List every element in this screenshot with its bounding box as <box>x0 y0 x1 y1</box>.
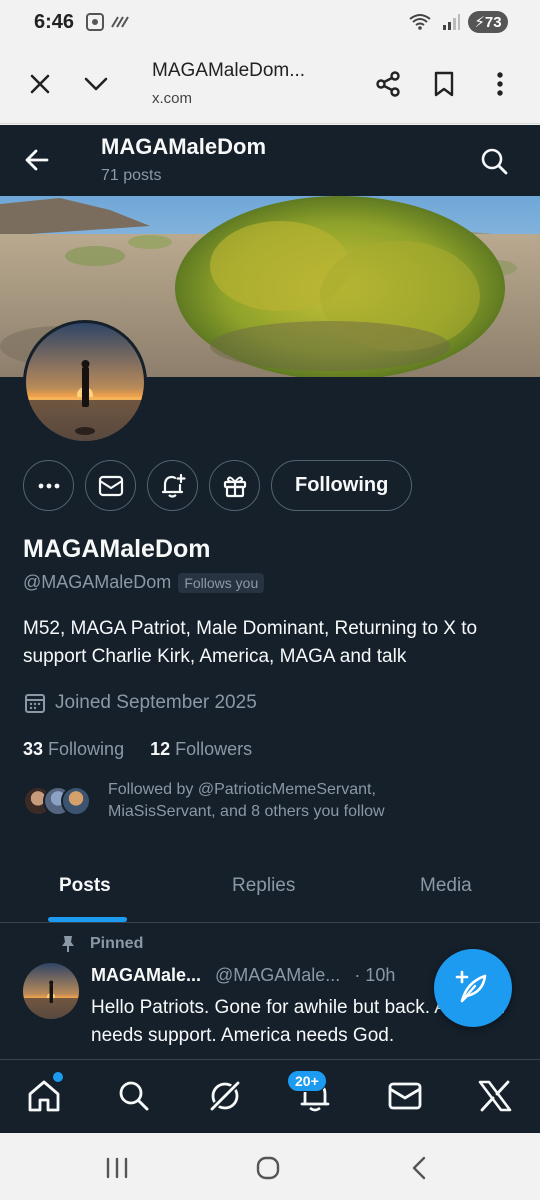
handle-row: @MAGAMaleDom Follows you <box>23 572 265 593</box>
close-icon <box>30 74 50 94</box>
profile-handle: @MAGAMaleDom <box>23 572 172 592</box>
bell-plus-icon <box>161 473 186 498</box>
mail-icon <box>98 475 123 496</box>
grok-icon <box>208 1079 242 1113</box>
x-logo-icon <box>478 1080 512 1112</box>
nav-search[interactable] <box>114 1076 154 1116</box>
post-avatar-image <box>23 963 79 1019</box>
followed-by-text: Followed by @PatrioticMemeServant, MiaSi… <box>108 781 385 820</box>
signal-icon <box>443 14 460 30</box>
header-profile-name: MAGAMaleDom <box>101 134 267 159</box>
arrow-left-icon <box>25 149 49 171</box>
browser-url[interactable]: x.com <box>152 90 192 107</box>
status-time: 6:46 <box>34 11 75 33</box>
followers-label: Followers <box>175 739 253 759</box>
following-label: Following <box>48 739 125 759</box>
search-icon <box>119 1081 149 1111</box>
system-nav-bar <box>0 1133 540 1200</box>
nav-grok[interactable] <box>205 1076 245 1116</box>
battery-level: 73 <box>484 13 502 31</box>
battery-bolt-icon: ⚡ <box>474 14 485 31</box>
browser-toolbar: MAGAMaleDom... x.com <box>0 46 540 124</box>
gift-icon <box>223 476 246 497</box>
post-avatar[interactable] <box>23 963 79 1019</box>
mini-avatar <box>61 786 91 816</box>
following-stat[interactable]: 33 Following <box>23 739 124 760</box>
more-menu-button[interactable] <box>482 66 518 102</box>
search-button[interactable] <box>478 145 510 177</box>
joined-date: Joined September 2025 <box>23 691 257 715</box>
recent-apps-button[interactable] <box>104 1155 130 1181</box>
tab-replies[interactable]: Replies <box>232 875 295 897</box>
notifications-badge: 20+ <box>287 1070 327 1092</box>
bookmark-button[interactable] <box>426 66 462 102</box>
share-button[interactable] <box>370 66 406 102</box>
pinned-indicator: Pinned <box>60 935 143 953</box>
message-button[interactable] <box>85 460 136 511</box>
follow-stats: 33 Following 12 Followers <box>23 739 252 760</box>
profile-bio: M52, MAGA Patriot, Male Dominant, Return… <box>23 618 478 667</box>
profile-avatar[interactable] <box>23 320 147 444</box>
following-button[interactable]: Following <box>271 460 413 511</box>
wifi-icon <box>409 14 431 30</box>
minimize-button[interactable] <box>78 66 114 102</box>
screenshot-icon <box>86 13 129 31</box>
notify-button[interactable] <box>147 460 198 511</box>
avatar-sunset-image <box>26 323 144 441</box>
post-header: MAGAMale... @MAGAMale... · 10h <box>91 965 395 986</box>
post-author-name[interactable]: MAGAMale... <box>91 965 201 986</box>
chevron-left-icon <box>412 1156 426 1180</box>
battery-indicator: ⚡ 73 <box>468 11 508 33</box>
x-app: MAGAMaleDom 71 posts Following MAGAMaleD… <box>0 125 540 1133</box>
back-system-button[interactable] <box>406 1155 432 1181</box>
followers-count: 12 <box>150 739 171 759</box>
back-button[interactable] <box>20 143 54 177</box>
mail-icon <box>388 1082 422 1110</box>
pinned-label: Pinned <box>90 935 144 952</box>
home-circle-icon <box>256 1156 280 1180</box>
follows-you-badge: Follows you <box>178 572 265 593</box>
more-options-button[interactable] <box>23 460 74 511</box>
gift-button[interactable] <box>209 460 260 511</box>
post-author-handle[interactable]: @MAGAMale... <box>215 965 340 986</box>
nav-x[interactable] <box>475 1076 515 1116</box>
screen: 6:46 ⚡ 73 MAGAMaleDom... x.com MAGAMaleD… <box>0 0 540 1200</box>
followers-stat[interactable]: 12 Followers <box>150 739 252 760</box>
bottom-nav: 20+ <box>0 1059 540 1133</box>
profile-top-nav: MAGAMaleDom 71 posts <box>0 125 540 196</box>
following-count: 33 <box>23 739 44 759</box>
home-icon <box>28 1080 60 1112</box>
tab-media[interactable]: Media <box>420 875 472 897</box>
vertical-dots-icon <box>497 72 503 96</box>
chevron-down-icon <box>84 77 108 91</box>
home-button[interactable] <box>255 1155 281 1181</box>
followed-by-avatars <box>23 784 93 818</box>
tab-posts[interactable]: Posts <box>59 875 111 897</box>
followed-by[interactable]: Followed by @PatrioticMemeServant, MiaSi… <box>23 779 468 823</box>
active-tab-indicator <box>48 917 127 922</box>
browser-page-title: MAGAMaleDom... <box>152 60 306 81</box>
close-tab-button[interactable] <box>22 66 58 102</box>
status-bar: 6:46 ⚡ 73 <box>0 0 540 46</box>
profile-display-name: MAGAMaleDom <box>23 535 211 563</box>
more-horizontal-icon <box>38 483 59 488</box>
share-icon <box>376 71 400 97</box>
pin-icon <box>62 936 74 952</box>
bookmark-icon <box>434 71 454 97</box>
post-time: · 10h <box>354 965 396 985</box>
header-post-count: 71 posts <box>101 167 162 184</box>
nav-messages[interactable] <box>385 1076 425 1116</box>
feather-plus-icon <box>455 970 487 1003</box>
profile-actions: Following <box>23 460 413 511</box>
status-right: ⚡ 73 <box>408 11 508 33</box>
compose-post-button[interactable] <box>434 949 512 1027</box>
joined-text: Joined September 2025 <box>55 692 257 713</box>
home-unread-dot <box>53 1072 63 1082</box>
calendar-icon <box>25 694 45 713</box>
notification-icons <box>86 13 130 36</box>
profile-tabs: Posts Replies Media <box>0 863 540 923</box>
recents-icon <box>106 1157 128 1179</box>
search-icon <box>481 148 508 175</box>
nav-home[interactable] <box>24 1076 64 1116</box>
